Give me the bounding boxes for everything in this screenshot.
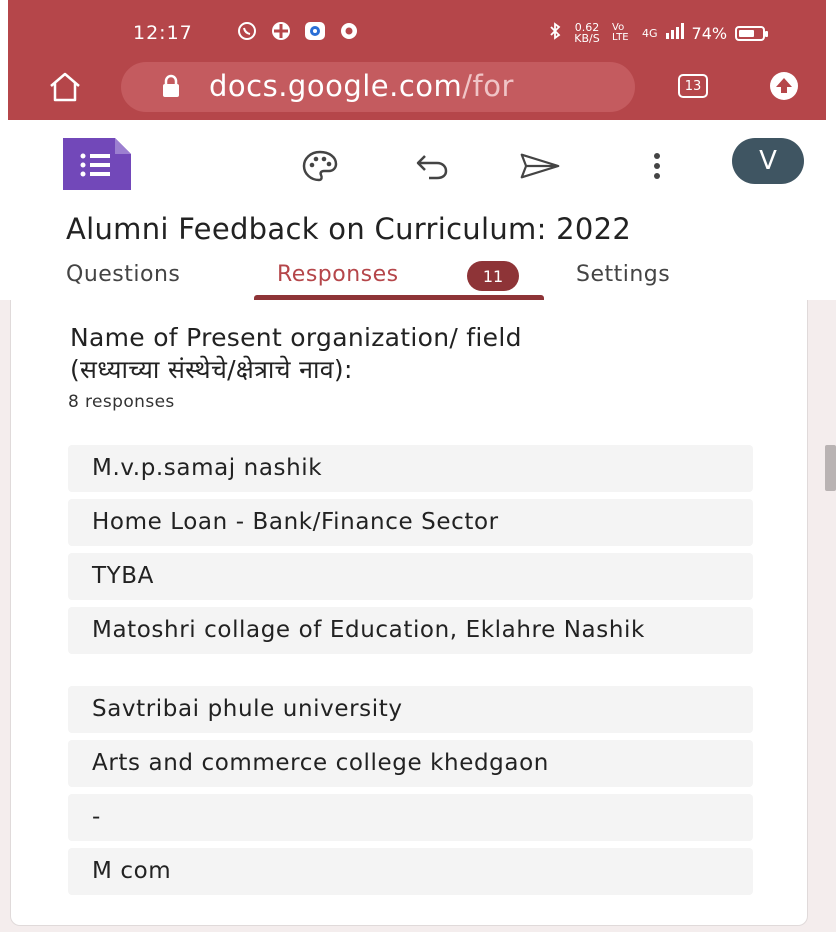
page-title: Alumni Feedback on Curriculum: 2022 — [66, 212, 632, 246]
response-item: Matoshri collage of Education, Eklahre N… — [68, 607, 753, 654]
network-type: 4G — [642, 26, 658, 40]
question-title: Name of Present organization/ field (सध्… — [70, 322, 750, 386]
chrome-icon — [338, 20, 360, 42]
google-forms-icon[interactable] — [63, 138, 131, 190]
app-notification-icon — [270, 20, 292, 42]
question-title-marathi: (सध्याच्या संस्थेचे/क्षेत्राचे नाव): — [70, 355, 353, 384]
whatsapp-icon — [236, 20, 258, 42]
url-text[interactable]: docs.google.com/for — [209, 69, 629, 103]
address-bar[interactable]: docs.google.com/for — [121, 62, 635, 112]
battery-percent: 74% — [691, 23, 728, 43]
palette-icon[interactable] — [300, 146, 340, 186]
response-item: - — [68, 794, 753, 841]
question-title-english: Name of Present organization/ field — [70, 323, 522, 352]
responses-count-badge: 11 — [467, 261, 519, 291]
avatar[interactable]: V — [732, 138, 804, 184]
tab-switcher-button[interactable]: 13 — [678, 74, 708, 98]
response-item: Savtribai phule university — [68, 686, 753, 733]
status-right: 0.62 KB/S Vo LTE 4G 74% — [548, 21, 769, 45]
response-count: 8 responses — [68, 392, 175, 412]
response-item: Arts and commerce college khedgaon — [68, 740, 753, 787]
status-bar: 12:17 0.62 KB/S Vo LTE 4G 74% — [8, 0, 826, 58]
response-item: M com — [68, 848, 753, 895]
battery-level — [739, 29, 754, 37]
scrollbar-thumb[interactable] — [825, 445, 836, 491]
battery-icon — [735, 25, 769, 41]
tab-questions[interactable]: Questions — [66, 262, 180, 287]
forms-toolbar: V — [0, 120, 836, 208]
camera-app-icon — [304, 20, 326, 42]
tab-settings[interactable]: Settings — [576, 262, 670, 287]
home-icon[interactable] — [48, 72, 82, 106]
browser-toolbar: docs.google.com/for 13 — [8, 58, 826, 120]
url-path: /for — [462, 69, 514, 103]
undo-icon[interactable] — [412, 146, 452, 186]
lock-icon[interactable] — [161, 74, 181, 102]
bluetooth-icon — [548, 22, 562, 44]
response-item: TYBA — [68, 553, 753, 600]
clock: 12:17 — [133, 22, 193, 44]
response-item: M.v.p.samaj nashik — [68, 445, 753, 492]
upload-icon[interactable] — [768, 70, 800, 106]
tab-responses[interactable]: Responses — [277, 262, 399, 287]
send-icon[interactable] — [520, 146, 560, 186]
volte-indicator: Vo LTE — [612, 22, 629, 43]
network-speed: 0.62 KB/S — [574, 21, 600, 45]
response-item: Home Loan - Bank/Finance Sector — [68, 499, 753, 546]
url-domain: docs.google.com — [209, 69, 463, 103]
signal-icon — [665, 23, 684, 43]
more-vert-icon[interactable] — [637, 146, 677, 186]
